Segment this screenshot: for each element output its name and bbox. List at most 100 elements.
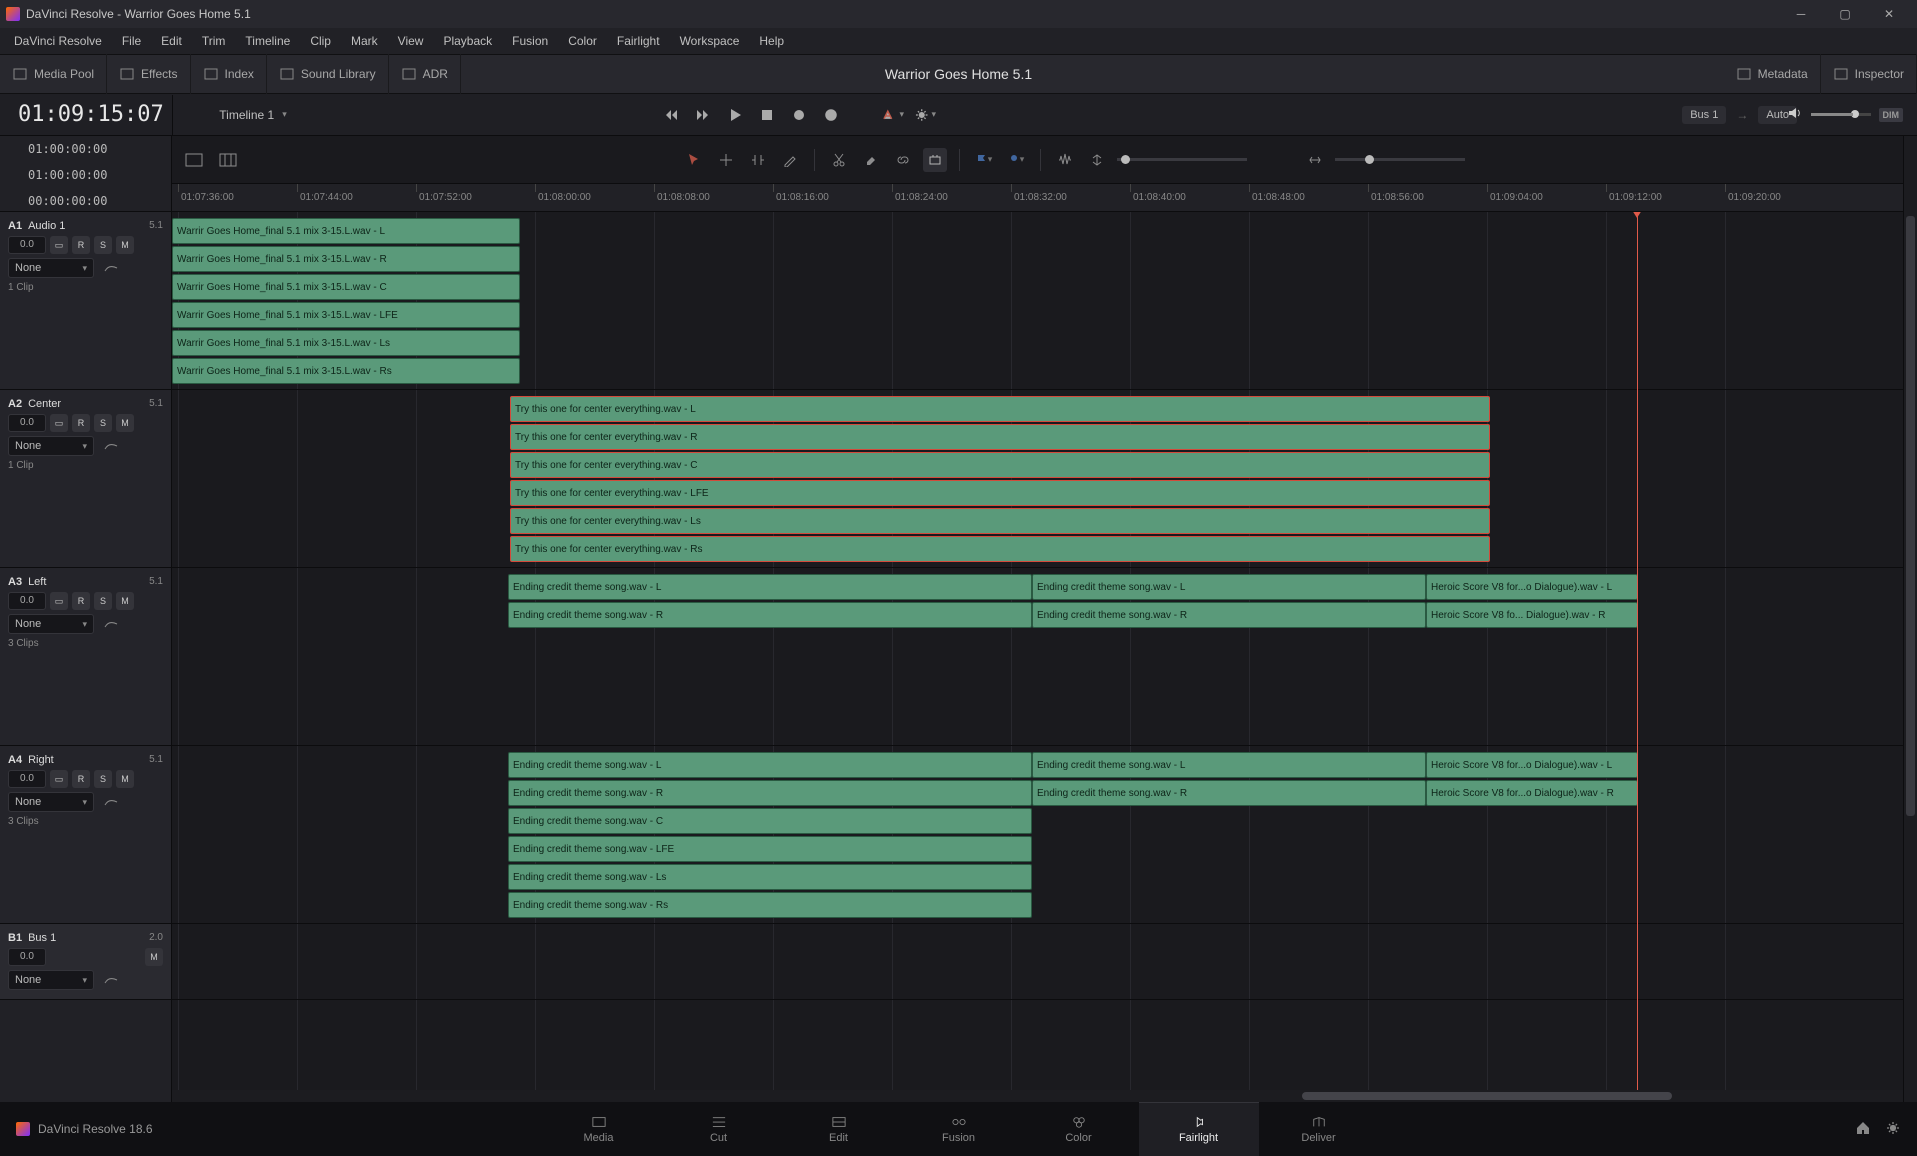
- bus-selector[interactable]: Bus 1: [1682, 106, 1726, 124]
- stop-button[interactable]: [756, 104, 778, 126]
- audio-clip[interactable]: Ending credit theme song.wav - R: [1032, 602, 1426, 628]
- audio-clip[interactable]: Ending credit theme song.wav - R: [508, 602, 1032, 628]
- audio-clip[interactable]: Heroic Score V8 fo... Dialogue).wav - R: [1426, 602, 1638, 628]
- curve-icon[interactable]: [102, 259, 120, 277]
- inspector-button[interactable]: Inspector: [1821, 54, 1917, 94]
- menu-color[interactable]: Color: [558, 30, 607, 52]
- audio-clip[interactable]: Warrir Goes Home_final 5.1 mix 3-15.L.wa…: [172, 358, 520, 384]
- audio-clip[interactable]: Ending credit theme song.wav - Ls: [508, 864, 1032, 890]
- menu-workspace[interactable]: Workspace: [670, 30, 750, 52]
- home-button[interactable]: [1855, 1120, 1871, 1139]
- lock-button[interactable]: ▭: [50, 592, 68, 610]
- arm-button[interactable]: R: [72, 592, 90, 610]
- track-header-a3[interactable]: A3Left5.10.0▭RSMNone▾3 Clips: [0, 568, 171, 746]
- audio-clip[interactable]: Ending credit theme song.wav - R: [508, 780, 1032, 806]
- lock-button[interactable]: ▭: [50, 414, 68, 432]
- audio-clip[interactable]: Ending credit theme song.wav - R: [1032, 780, 1426, 806]
- dim-button[interactable]: DIM: [1879, 108, 1904, 122]
- audio-clip[interactable]: Try this one for center everything.wav -…: [510, 508, 1490, 534]
- audio-clip[interactable]: Try this one for center everything.wav -…: [510, 396, 1490, 422]
- menu-timeline[interactable]: Timeline: [235, 30, 300, 52]
- automation-mode-select[interactable]: None▾: [8, 436, 94, 456]
- view-grid-icon[interactable]: [216, 148, 240, 172]
- audio-clip[interactable]: Ending credit theme song.wav - LFE: [508, 836, 1032, 862]
- audio-clip[interactable]: Try this one for center everything.wav -…: [510, 452, 1490, 478]
- vertical-zoom-slider[interactable]: [1117, 158, 1247, 161]
- timeline-tracks[interactable]: Warrir Goes Home_final 5.1 mix 3-15.L.wa…: [172, 212, 1903, 1090]
- audio-clip[interactable]: Warrir Goes Home_final 5.1 mix 3-15.L.wa…: [172, 330, 520, 356]
- audio-clip[interactable]: Ending credit theme song.wav - L: [508, 574, 1032, 600]
- lock-button[interactable]: ▭: [50, 770, 68, 788]
- solo-button[interactable]: S: [94, 770, 112, 788]
- mute-button[interactable]: M: [116, 236, 134, 254]
- audio-clip[interactable]: Warrir Goes Home_final 5.1 mix 3-15.L.wa…: [172, 274, 520, 300]
- track-lane-a1[interactable]: Warrir Goes Home_final 5.1 mix 3-15.L.wa…: [172, 212, 1903, 390]
- timeline-selector[interactable]: Timeline 1 ▾: [173, 108, 333, 122]
- track-header-a1[interactable]: A1Audio 15.10.0▭RSMNone▾1 Clip: [0, 212, 171, 390]
- horizontal-scrollbar[interactable]: [172, 1090, 1903, 1102]
- solo-button[interactable]: S: [94, 414, 112, 432]
- view-single-icon[interactable]: [182, 148, 206, 172]
- automation-mode-select[interactable]: None▾: [8, 614, 94, 634]
- track-header-a4[interactable]: A4Right5.10.0▭RSMNone▾3 Clips: [0, 746, 171, 924]
- pointer-tool[interactable]: [682, 148, 706, 172]
- mute-button[interactable]: M: [145, 948, 163, 966]
- curve-icon[interactable]: [102, 615, 120, 633]
- audio-clip[interactable]: Warrir Goes Home_final 5.1 mix 3-15.L.wa…: [172, 218, 520, 244]
- link-tool[interactable]: [891, 148, 915, 172]
- curve-icon[interactable]: [102, 971, 120, 989]
- track-header-b1[interactable]: B1Bus 12.00.0MNone▾: [0, 924, 171, 1000]
- page-color[interactable]: Color: [1019, 1102, 1139, 1156]
- automation-mode-select[interactable]: None▾: [8, 792, 94, 812]
- record-button[interactable]: [788, 104, 810, 126]
- project-settings-button[interactable]: [1885, 1120, 1901, 1139]
- sound-library-button[interactable]: Sound Library: [267, 54, 389, 94]
- menu-help[interactable]: Help: [749, 30, 794, 52]
- audio-clip[interactable]: Heroic Score V8 for...o Dialogue).wav - …: [1426, 752, 1638, 778]
- vertical-scrollbar[interactable]: [1903, 136, 1917, 1102]
- flag-blue-tool[interactable]: ▾: [972, 148, 996, 172]
- audio-clip[interactable]: Try this one for center everything.wav -…: [510, 536, 1490, 562]
- audio-clip[interactable]: Ending credit theme song.wav - L: [1032, 574, 1426, 600]
- menu-fairlight[interactable]: Fairlight: [607, 30, 670, 52]
- page-media[interactable]: Media: [539, 1102, 659, 1156]
- expand-tool[interactable]: [1085, 148, 1109, 172]
- audio-clip[interactable]: Warrir Goes Home_final 5.1 mix 3-15.L.wa…: [172, 302, 520, 328]
- waveform-tool[interactable]: [1053, 148, 1077, 172]
- maximize-button[interactable]: ▢: [1823, 0, 1867, 28]
- track-lane-a4[interactable]: Ending credit theme song.wav - LEnding c…: [172, 746, 1903, 924]
- menu-file[interactable]: File: [112, 30, 151, 52]
- marker-blue-tool[interactable]: ▾: [1004, 148, 1028, 172]
- menu-clip[interactable]: Clip: [300, 30, 341, 52]
- solo-button[interactable]: S: [94, 236, 112, 254]
- play-button[interactable]: [724, 104, 746, 126]
- rewind-button[interactable]: [660, 104, 682, 126]
- curve-icon[interactable]: [102, 793, 120, 811]
- fast-forward-button[interactable]: [692, 104, 714, 126]
- tc-marker-row[interactable]: 01:00:00:00: [0, 162, 171, 188]
- menu-edit[interactable]: Edit: [151, 30, 192, 52]
- audio-clip[interactable]: Warrir Goes Home_final 5.1 mix 3-15.L.wa…: [172, 246, 520, 272]
- audio-clip[interactable]: Heroic Score V8 for...o Dialogue).wav - …: [1426, 780, 1638, 806]
- timeline-ruler[interactable]: 01:07:36:0001:07:44:0001:07:52:0001:08:0…: [172, 184, 1903, 212]
- solo-button[interactable]: S: [94, 592, 112, 610]
- horizontal-zoom-slider[interactable]: [1335, 158, 1465, 161]
- menu-view[interactable]: View: [388, 30, 434, 52]
- tc-marker-row[interactable]: 00:00:00:00: [0, 188, 171, 214]
- snap-tool[interactable]: [923, 148, 947, 172]
- eraser-tool[interactable]: [859, 148, 883, 172]
- track-lane-a3[interactable]: Ending credit theme song.wav - LEnding c…: [172, 568, 1903, 746]
- page-fusion[interactable]: Fusion: [899, 1102, 1019, 1156]
- mute-button[interactable]: M: [116, 414, 134, 432]
- mute-button[interactable]: M: [116, 592, 134, 610]
- audio-clip[interactable]: Try this one for center everything.wav -…: [510, 424, 1490, 450]
- curve-icon[interactable]: [102, 437, 120, 455]
- audio-clip[interactable]: Heroic Score V8 for...o Dialogue).wav - …: [1426, 574, 1638, 600]
- adr-button[interactable]: ADR: [389, 54, 461, 94]
- metadata-button[interactable]: Metadata: [1724, 54, 1821, 94]
- master-timecode[interactable]: 01:09:15:07: [0, 102, 172, 127]
- minimize-button[interactable]: ─: [1779, 0, 1823, 28]
- tc-marker-row[interactable]: 01:00:00:00: [0, 136, 171, 162]
- pencil-tool[interactable]: [778, 148, 802, 172]
- menu-davinci-resolve[interactable]: DaVinci Resolve: [4, 30, 112, 52]
